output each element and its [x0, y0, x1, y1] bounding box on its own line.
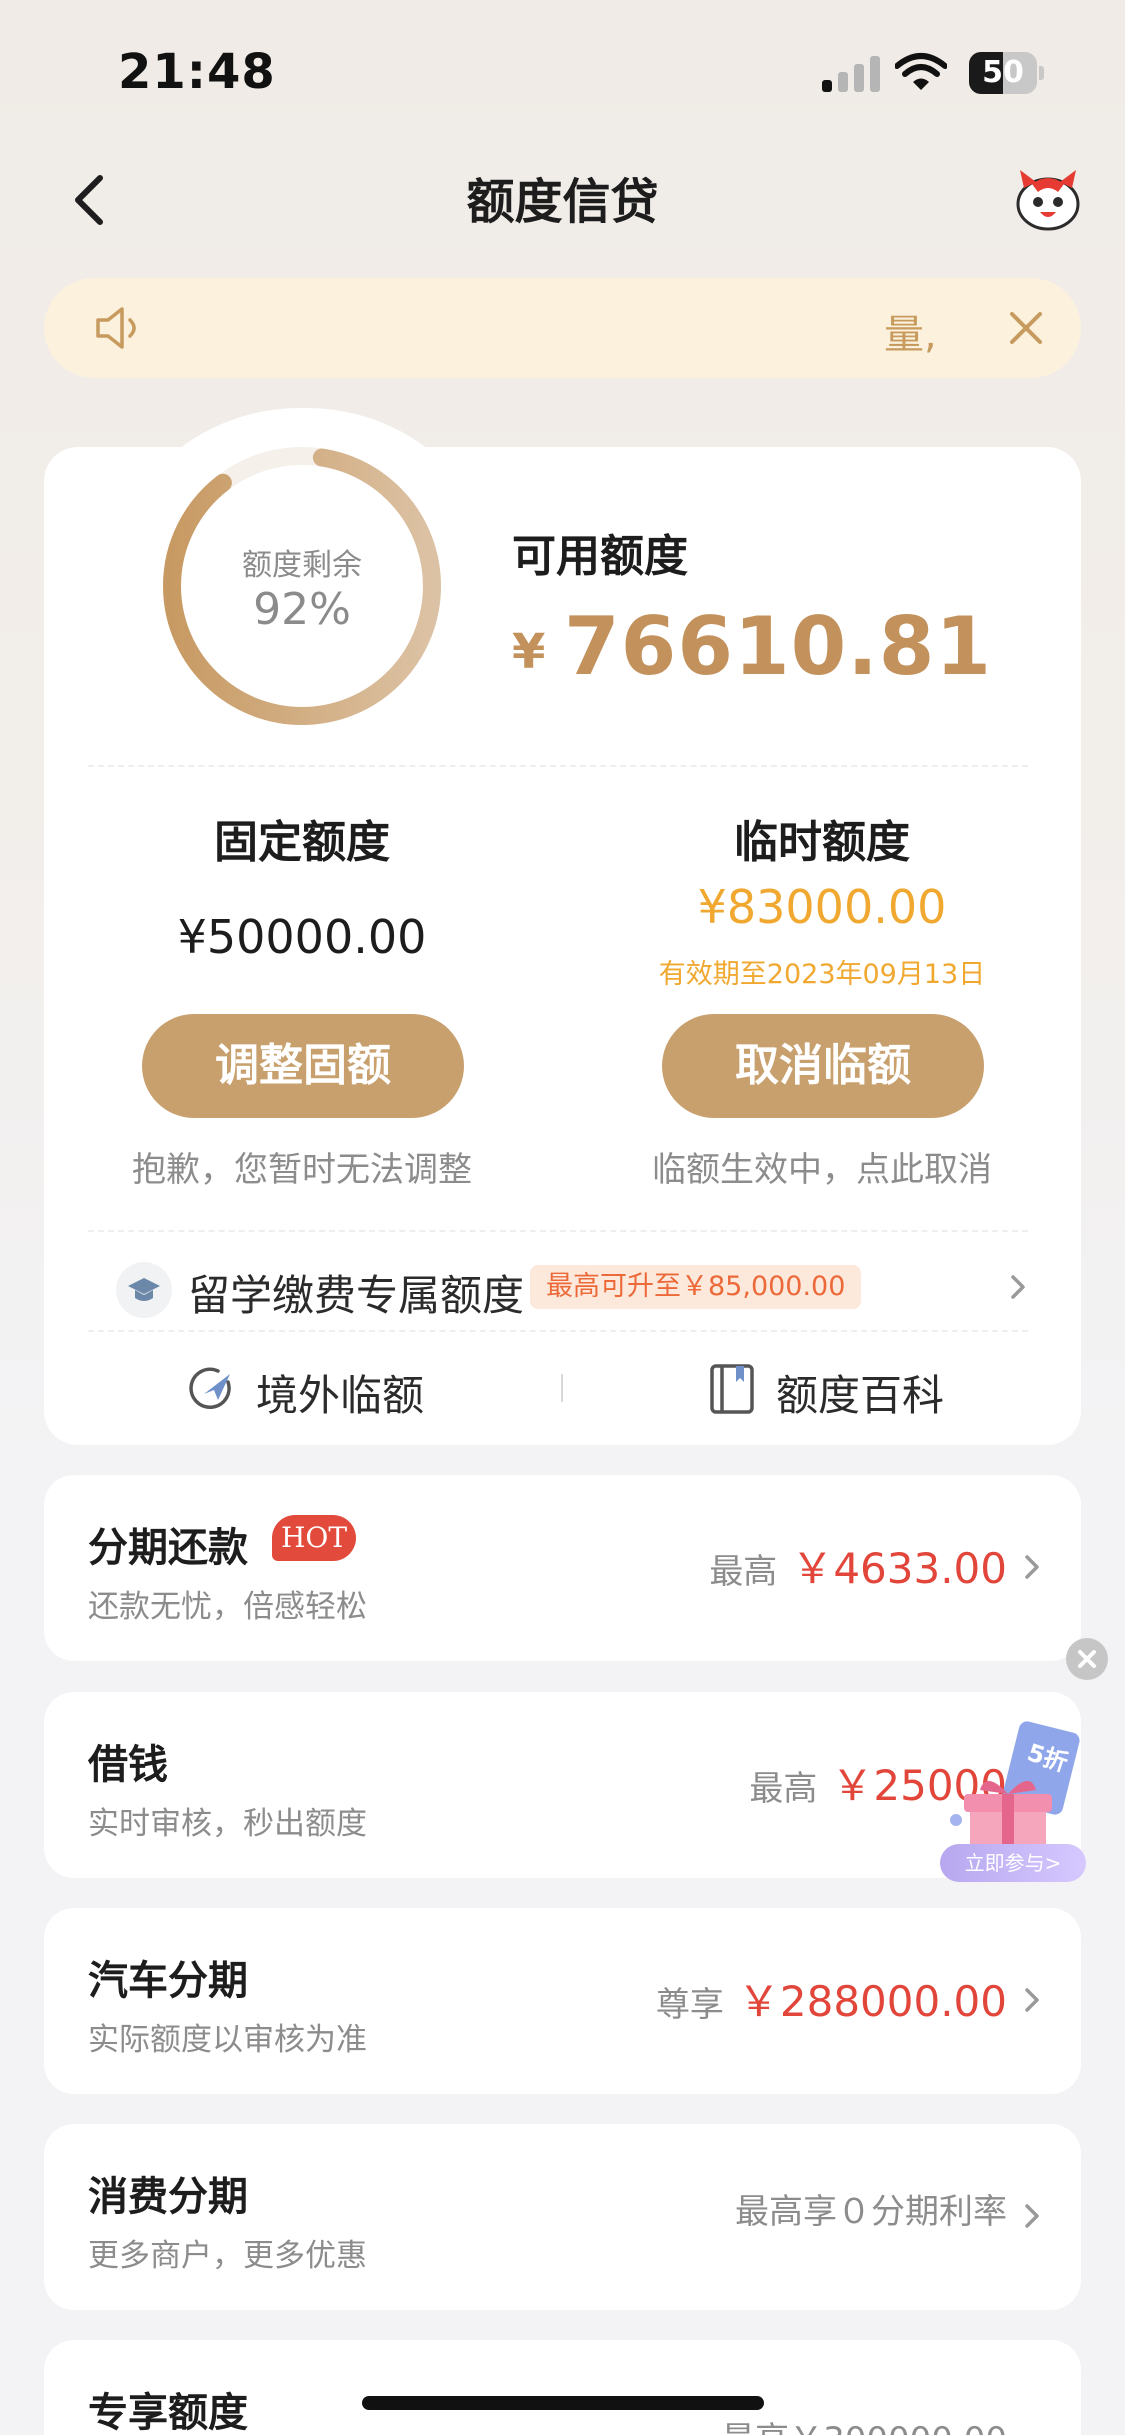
product-amount: ￥4633.00: [791, 1544, 1007, 1593]
page-title: 额度信贷: [466, 174, 659, 230]
cancel-temporary-quota-button[interactable]: 取消临额: [662, 1014, 984, 1118]
product-subtitle: 更多商户，更多优惠: [88, 2238, 367, 2274]
temporary-quota-amount: ¥83000.00: [697, 880, 947, 934]
temporary-quota-expiry: 有效期至2023年09月13日: [658, 959, 986, 990]
product-amount: ￥288000.00: [737, 1977, 1007, 2026]
chevron-right-icon: [1025, 1555, 1039, 1579]
product-title: 借钱: [88, 1742, 168, 1788]
adjust-fixed-quota-button[interactable]: 调整固额: [142, 1014, 464, 1118]
notice-bar[interactable]: 量,: [44, 278, 1081, 378]
graduation-cap-icon: [116, 1262, 172, 1318]
wifi-icon: [895, 53, 947, 90]
product-value: 尊享 ￥288000.00: [656, 1968, 1007, 2029]
divider: [88, 1230, 1028, 1232]
remaining-quota-ring: 额度剩余 92%: [160, 444, 444, 728]
product-title: 消费分期: [88, 2174, 248, 2220]
battery-icon: 50: [969, 52, 1045, 94]
fixed-quota-note: 抱歉，您暂时无法调整: [132, 1150, 472, 1190]
product-value: 最高￥300000.00: [721, 2412, 1007, 2435]
chevron-right-icon: [1025, 2204, 1039, 2228]
product-title: 汽车分期: [88, 1958, 248, 2004]
ring-percent: 92%: [253, 584, 351, 635]
available-quota-label: 可用额度: [512, 531, 688, 582]
quota-encyclopedia-link[interactable]: 额度百科: [776, 1362, 944, 1423]
product-subtitle: 还款无忧，倍感轻松: [88, 1589, 367, 1625]
link-divider: [561, 1374, 563, 1402]
cellular-signal-icon: [822, 56, 882, 92]
product-subtitle: 实时审核，秒出额度: [88, 1806, 367, 1842]
fixed-quota-title: 固定额度: [214, 817, 390, 868]
overseas-temp-quota-link[interactable]: 境外临额: [256, 1362, 424, 1423]
consumer-installment-card[interactable]: 消费分期 更多商户，更多优惠 最高享０分期利率: [44, 2124, 1081, 2310]
book-icon: [710, 1364, 754, 1414]
temporary-quota-title: 临时额度: [734, 817, 910, 868]
product-value: 最高享０分期利率: [735, 2184, 1007, 2233]
mascot-avatar-icon[interactable]: [1012, 166, 1084, 232]
product-title: 分期还款: [88, 1525, 248, 1571]
close-icon[interactable]: [1004, 306, 1048, 350]
temporary-quota-note[interactable]: 临额生效中，点此取消: [582, 1142, 1062, 1191]
divider: [88, 765, 1028, 767]
exclusive-quota-card[interactable]: 专享额度 最高￥300000.00: [44, 2340, 1081, 2435]
ring-label: 额度剩余: [242, 548, 362, 583]
product-prefix: 尊享: [655, 1985, 724, 2025]
borrow-money-card[interactable]: 借钱 实时审核，秒出额度 最高 ￥25000: [44, 1692, 1081, 1878]
airplane-circle-icon: [189, 1367, 231, 1410]
speaker-icon: [96, 307, 136, 349]
product-prefix: 最高: [709, 1552, 778, 1592]
product-subtitle: 实际额度以审核为准: [88, 2022, 367, 2058]
installment-repayment-card[interactable]: 分期还款 HOT 还款无忧，倍感轻松 最高 ￥4633.00: [44, 1475, 1081, 1661]
hot-badge: HOT: [272, 1515, 356, 1561]
home-indicator: [362, 2396, 764, 2410]
product-prefix: 最高: [749, 1769, 818, 1809]
battery-level: 50: [982, 55, 1024, 90]
status-time: 21:48: [118, 44, 276, 100]
divider: [88, 1330, 1028, 1332]
product-note: 最高享０分期利率: [735, 2192, 1007, 2232]
fixed-quota-amount: ¥50000.00: [177, 910, 427, 964]
available-currency: ¥: [512, 624, 546, 680]
product-note: 最高￥300000.00: [721, 2420, 1007, 2435]
chevron-right-icon: [1025, 1988, 1039, 2012]
study-abroad-quota-label[interactable]: 留学缴费专属额度: [188, 1262, 524, 1323]
chevron-right-icon[interactable]: [1008, 1272, 1028, 1302]
study-abroad-quota-badge: 最高可升至￥85,000.00: [530, 1265, 862, 1309]
car-installment-card[interactable]: 汽车分期 实际额度以审核为准 尊享 ￥288000.00: [44, 1908, 1081, 2094]
product-title: 专享额度: [88, 2390, 248, 2435]
notice-text: 量,: [884, 312, 937, 358]
product-value: 最高 ￥4633.00: [709, 1535, 1007, 1596]
close-icon: [1078, 1650, 1096, 1668]
promo-join-button[interactable]: 立即参与>: [940, 1844, 1086, 1882]
promo-close-button[interactable]: [1066, 1638, 1108, 1680]
available-quota-amount: 76610.81: [564, 600, 993, 693]
